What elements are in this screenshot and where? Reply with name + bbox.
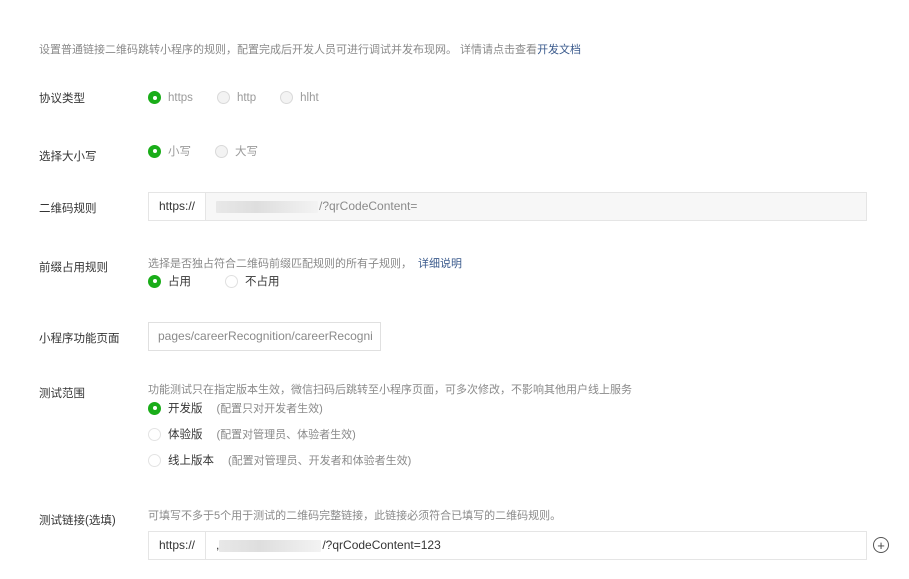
dev-docs-link[interactable]: 开发文档	[537, 44, 581, 56]
detail-link[interactable]: 详细说明	[418, 258, 462, 270]
case-upper-radio[interactable]: 大写	[215, 143, 258, 159]
scope-option-note: (配置只对开发者生效)	[216, 403, 323, 415]
protocol-option-label: hlht	[300, 91, 319, 104]
radio-unchecked-icon	[148, 453, 161, 467]
test-link-field[interactable]: , /?qrCodeContent=123	[206, 532, 866, 559]
prefix-option-label: 不占用	[245, 276, 280, 288]
radio-unchecked-icon	[280, 91, 294, 104]
prefix-no-occupy-radio[interactable]: 不占用	[225, 273, 280, 289]
radio-unchecked-icon	[216, 91, 230, 104]
qr-rule-suffix: /?qrCodeContent=	[319, 199, 418, 213]
case-label: 选择大小写	[39, 151, 97, 163]
case-option-label: 小写	[168, 146, 191, 158]
scope-option-name: 体验版	[168, 429, 203, 441]
protocol-hlht-radio[interactable]: hlht	[280, 91, 319, 104]
radio-unchecked-icon	[225, 274, 238, 288]
prefix-rule-radio-group: 占用 不占用	[148, 273, 304, 289]
test-link-suffix: /?qrCodeContent=123	[322, 538, 441, 552]
scope-option-note: (配置对管理员、开发者和体验者生效)	[228, 455, 412, 467]
scope-option-name: 线上版本	[168, 455, 214, 467]
radio-checked-icon	[148, 144, 161, 158]
page-label: 小程序功能页面	[39, 333, 120, 345]
radio-unchecked-icon	[215, 144, 228, 158]
scope-option-name: 开发版	[168, 403, 203, 415]
radio-checked-icon	[148, 401, 161, 415]
qr-rule-label: 二维码规则	[39, 203, 97, 215]
radio-checked-icon	[148, 91, 161, 104]
scope-option-note: (配置对管理员、体验者生效)	[216, 429, 356, 441]
qr-rule-field[interactable]: /?qrCodeContent=	[206, 193, 866, 220]
test-link-input[interactable]: https:// , /?qrCodeContent=123	[148, 531, 867, 560]
test-link-prefix: https://	[149, 532, 206, 559]
test-link-label: 测试链接(选填)	[39, 515, 116, 527]
protocol-https-radio[interactable]: https	[148, 91, 193, 104]
protocol-option-label: https	[168, 91, 193, 104]
protocol-radio-group: https http hlht	[148, 91, 343, 104]
prefix-option-label: 占用	[168, 276, 191, 288]
intro-text: 设置普通链接二维码跳转小程序的规则，配置完成后开发人员可进行调试并发布现网。 详…	[39, 41, 581, 57]
qr-rule-prefix: https://	[149, 193, 206, 220]
scope-label: 测试范围	[39, 388, 85, 400]
case-radio-group: 小写 大写	[148, 143, 282, 159]
prefix-occupy-radio[interactable]: 占用	[148, 273, 191, 289]
redacted-domain	[216, 200, 318, 213]
intro-description: 设置普通链接二维码跳转小程序的规则，配置完成后开发人员可进行调试并发布现网。 详…	[39, 44, 538, 56]
prefix-rule-label: 前缀占用规则	[39, 262, 108, 274]
case-lower-radio[interactable]: 小写	[148, 143, 191, 159]
protocol-option-label: http	[236, 91, 257, 104]
prefix-rule-desc-text: 选择是否独占符合二维码前缀匹配规则的所有子规则，	[148, 258, 412, 270]
protocol-label: 协议类型	[39, 93, 85, 105]
qr-rule-input[interactable]: https:// /?qrCodeContent=	[148, 192, 867, 221]
case-option-label: 大写	[235, 146, 258, 158]
plus-circle-icon[interactable]: +	[873, 537, 889, 553]
redacted-domain	[219, 539, 322, 552]
scope-dev-radio[interactable]: 开发版 (配置只对开发者生效)	[148, 400, 323, 416]
prefix-rule-desc: 选择是否独占符合二维码前缀匹配规则的所有子规则， 详细说明	[148, 255, 462, 271]
protocol-http-radio[interactable]: http	[216, 91, 257, 104]
scope-desc: 功能测试只在指定版本生效，微信扫码后跳转至小程序页面，可多次修改，不影响其他用户…	[148, 384, 632, 396]
scope-trial-radio[interactable]: 体验版 (配置对管理员、体验者生效)	[148, 426, 356, 442]
page-path-input[interactable]: pages/careerRecognition/careerRecogni	[148, 322, 381, 351]
radio-checked-icon	[148, 274, 161, 288]
scope-online-radio[interactable]: 线上版本 (配置对管理员、开发者和体验者生效)	[148, 452, 411, 468]
test-link-desc: 可填写不多于5个用于测试的二维码完整链接，此链接必须符合已填写的二维码规则。	[148, 510, 562, 522]
radio-unchecked-icon	[148, 427, 161, 441]
